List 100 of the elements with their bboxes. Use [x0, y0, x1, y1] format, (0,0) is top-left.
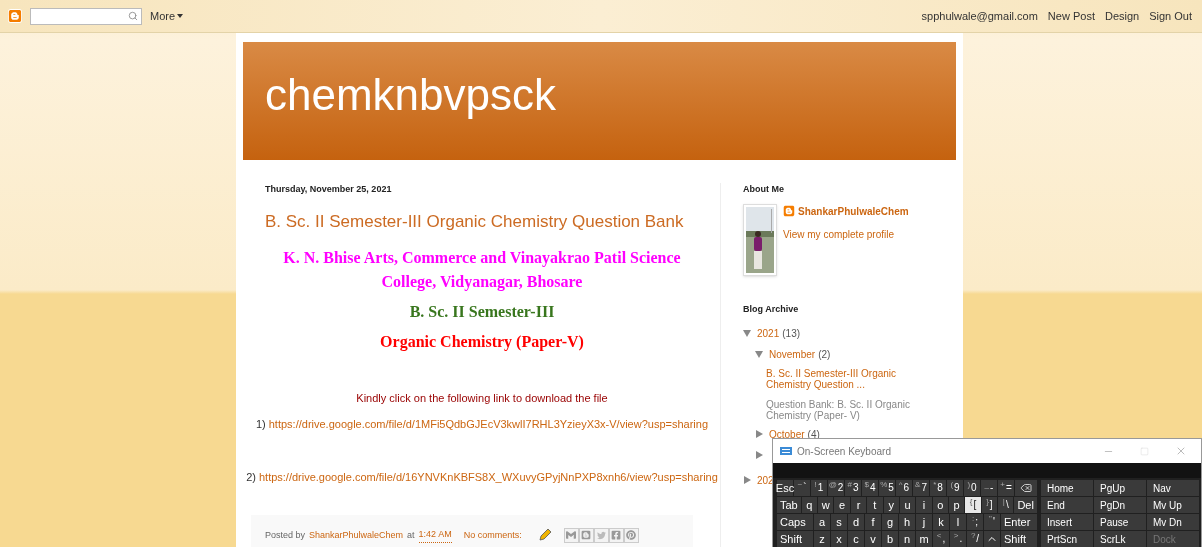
keyboard-key[interactable]: Del	[1014, 497, 1037, 513]
keyboard-key[interactable]: !1	[811, 480, 827, 496]
keyboard-key[interactable]: i	[916, 497, 932, 513]
keyboard-key[interactable]: d	[848, 514, 864, 530]
post-title[interactable]: B. Sc. II Semester-III Organic Chemistry Question Bank	[258, 210, 699, 232]
keyboard-key[interactable]: Mv Dn	[1147, 514, 1199, 530]
archive-post-link[interactable]: Question Bank: B. Sc. II Organic Chemistry (Paper- V)	[755, 399, 920, 421]
keyboard-key[interactable]: ScrLk	[1094, 531, 1146, 547]
keyboard-key[interactable]: Caps	[777, 514, 813, 530]
search-icon[interactable]	[128, 11, 138, 21]
blogger-logo-icon[interactable]	[8, 9, 22, 23]
keyboard-key[interactable]: m	[916, 531, 932, 547]
keyboard-key[interactable]: q	[801, 497, 818, 513]
keyboard-key[interactable]: :;	[967, 514, 983, 530]
more-menu-button[interactable]: More	[150, 7, 184, 25]
keyboard-key[interactable]: e	[834, 497, 850, 513]
keyboard-key[interactable]: x	[831, 531, 847, 547]
collapsed-triangle-icon[interactable]	[743, 476, 751, 484]
keyboard-key[interactable]: _-	[981, 480, 997, 496]
keyboard-key[interactable]: #3	[845, 480, 861, 496]
download-link[interactable]: https://drive.google.com/file/d/16YNVKnKBFS8X_WXuvyGPyjNnPXP8xnh6/view?usp=sharing	[258, 468, 718, 486]
archive-post-link[interactable]: B. Sc. II Semester-III Organic Chemistry Question ...	[755, 368, 920, 390]
keyboard-key[interactable]: Nav	[1147, 480, 1199, 496]
keyboard-key[interactable]: u	[899, 497, 916, 513]
expanded-triangle-icon[interactable]	[743, 329, 751, 337]
keyboard-key[interactable]: PgDn	[1094, 497, 1146, 513]
archive-year-link[interactable]: 2021	[757, 326, 780, 341]
keyboard-key[interactable]: *8	[930, 480, 946, 496]
post-date: Thursday, November 25, 2021	[264, 183, 393, 196]
keyboard-key[interactable]: PrtScn	[1041, 531, 1093, 547]
keyboard-key[interactable]: Pause	[1094, 514, 1146, 530]
comments-link[interactable]: No comments:	[463, 528, 522, 542]
keyboard-key[interactable]: j	[916, 514, 932, 530]
post-time-link[interactable]: 1:42 AM	[418, 528, 452, 543]
collapsed-triangle-icon[interactable]	[755, 451, 763, 459]
keyboard-key[interactable]: Shift	[777, 531, 813, 547]
keyboard-key[interactable]: Mv Up	[1147, 497, 1199, 513]
list-number: 2)	[246, 469, 256, 485]
keyboard-key[interactable]: >.	[950, 531, 966, 547]
keyboard-key[interactable]: Tab	[777, 497, 801, 513]
keyboard-key[interactable]: $4	[862, 480, 878, 496]
keyboard-key[interactable]: f	[865, 514, 881, 530]
keyboard-key[interactable]: Enter	[1001, 514, 1037, 530]
navbar-link[interactable]: Sign Out	[1149, 7, 1192, 25]
keyboard-key[interactable]: Home	[1041, 480, 1093, 496]
profile-link[interactable]: View my complete profile	[783, 226, 909, 242]
keyboard-key[interactable]: {[	[965, 497, 981, 513]
keyboard-key[interactable]: l	[950, 514, 966, 530]
keyboard-key[interactable]: (9	[947, 480, 963, 496]
pencil-icon[interactable]	[537, 528, 552, 543]
keyboard-key[interactable]: Shift	[1001, 531, 1037, 547]
keyboard-key[interactable]: Insert	[1041, 514, 1093, 530]
keyboard-key[interactable]: ^6	[896, 480, 912, 496]
keyboard-key[interactable]: a	[814, 514, 830, 530]
up-arrow-key[interactable]	[984, 531, 1000, 547]
keyboard-key[interactable]: v	[865, 531, 881, 547]
keyboard-key[interactable]: k	[933, 514, 949, 530]
archive-month-link[interactable]: November	[769, 347, 816, 362]
keyboard-key[interactable]: Esc	[777, 480, 793, 496]
email-share-icon[interactable]	[563, 527, 579, 543]
keyboard-key[interactable]: End	[1041, 497, 1093, 513]
close-icon[interactable]	[1175, 445, 1187, 457]
sidebar-heading: Blog Archive	[743, 302, 800, 316]
keyboard-key[interactable]: s	[831, 514, 847, 530]
keyboard-key[interactable]: n	[899, 531, 915, 547]
archive-month-link[interactable]: October	[769, 427, 805, 442]
collapsed-triangle-icon[interactable]	[755, 430, 763, 438]
profile-name-link[interactable]: ShankarPhulwaleChem	[798, 203, 909, 219]
keyboard-key[interactable]: "'	[984, 514, 1000, 530]
keyboard-key[interactable]: &7	[913, 480, 929, 496]
expanded-triangle-icon[interactable]	[755, 350, 763, 358]
keyboard-key[interactable]: +=	[998, 480, 1014, 496]
keyboard-key[interactable]: y	[883, 497, 899, 513]
navbar-link[interactable]: New Post	[1047, 7, 1095, 25]
keyboard-key[interactable]: )0	[964, 480, 980, 496]
backspace-key[interactable]	[1015, 480, 1037, 496]
keyboard-key[interactable]: ~`	[794, 480, 810, 496]
author-link[interactable]: ShankarPhulwaleChem	[309, 528, 404, 542]
keyboard-key[interactable]: <,	[933, 531, 949, 547]
keyboard-key[interactable]: z	[814, 531, 830, 547]
navbar-link[interactable]: spphulwale@gmail.com	[921, 7, 1038, 25]
keyboard-key[interactable]: t	[867, 497, 883, 513]
keyboard-key[interactable]: r	[850, 497, 867, 513]
post-heading: K. N. Bhise Arts, Commerce and Vinayakrao Patil Science College, Vidyanagar, Bhosare	[282, 247, 682, 293]
keyboard-key[interactable]: w	[818, 497, 834, 513]
keyboard-key[interactable]: %5	[879, 480, 895, 496]
keyboard-key[interactable]: |\	[998, 497, 1014, 513]
search-field[interactable]	[30, 7, 142, 25]
keyboard-key[interactable]: p	[949, 497, 965, 513]
keyboard-key[interactable]: c	[848, 531, 864, 547]
download-link[interactable]: https://drive.google.com/file/d/1MFi5QdbGJEcV3kwlI7RHL3YzieyX3x-V/view?usp=sharing	[268, 416, 709, 433]
keyboard-key[interactable]: o	[932, 497, 948, 513]
navbar-link[interactable]: Design	[1104, 7, 1140, 25]
keyboard-key[interactable]: }]	[981, 497, 998, 513]
keyboard-key[interactable]: ?/	[967, 531, 983, 547]
keyboard-key[interactable]: g	[882, 514, 898, 530]
keyboard-key[interactable]: h	[899, 514, 915, 530]
keyboard-key[interactable]: @2	[828, 480, 844, 496]
keyboard-key[interactable]: b	[882, 531, 898, 547]
keyboard-key[interactable]: PgUp	[1094, 480, 1146, 496]
